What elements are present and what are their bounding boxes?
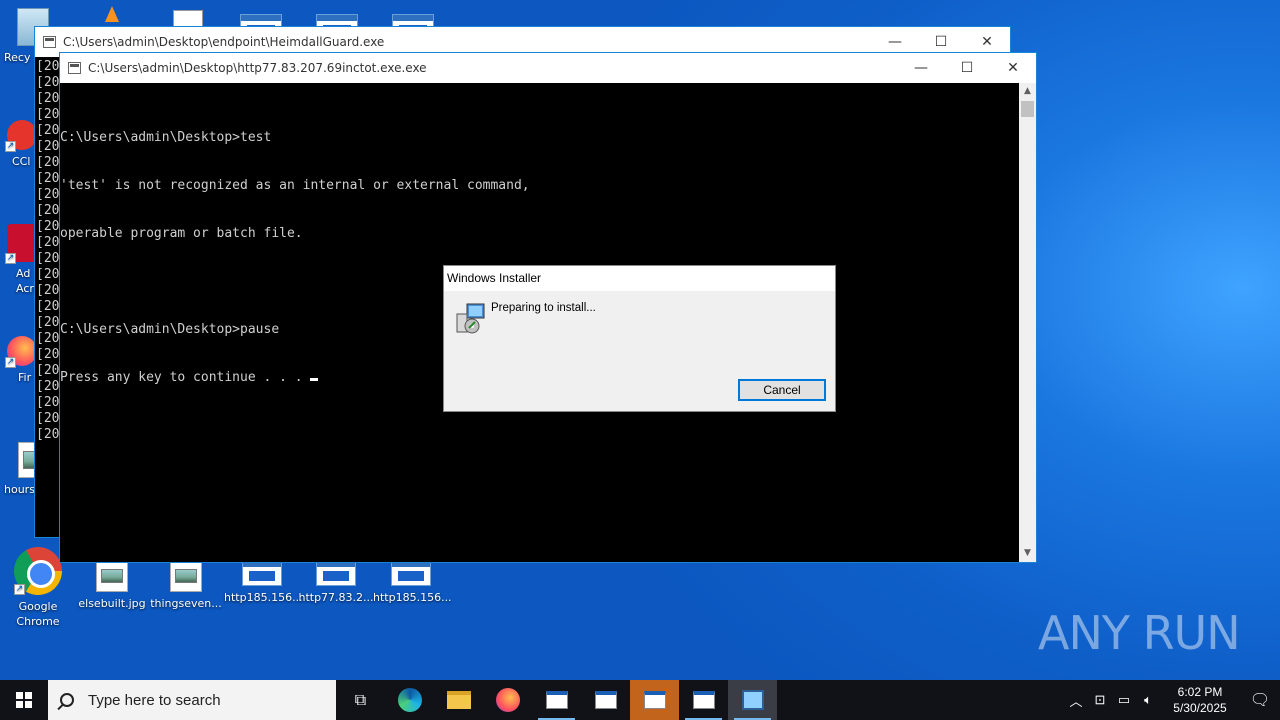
desktop-icon-http185-1[interactable]: http185.156... [224,560,303,605]
minimize-button[interactable]: — [898,53,944,83]
start-button[interactable] [0,680,48,720]
console-app-icon [594,691,617,709]
inctot-title: C:\Users\admin\Desktop\http77.83.207.69i… [88,61,427,75]
heimdallguard-title: C:\Users\admin\Desktop\endpoint\Heimdall… [63,35,385,49]
installer-icon [741,690,764,710]
network-icon[interactable]: ▭ [1112,692,1136,708]
scroll-thumb[interactable] [1021,101,1034,117]
windows-installer-dialog[interactable]: Windows Installer Preparing to install..… [443,265,836,412]
edge-icon [397,688,422,712]
firefox-icon [495,688,520,712]
cancel-button[interactable]: Cancel [738,379,826,401]
image-file-icon [170,560,202,592]
ccleaner-icon: ↗ [5,120,37,152]
vertical-scrollbar[interactable]: ▲ ▼ [1019,83,1036,562]
taskbar-clock[interactable]: 6:02 PM 5/30/2025 [1160,684,1240,716]
text-cursor [310,378,319,381]
taskbar-edge[interactable] [385,680,434,720]
windows-logo-icon [16,692,32,708]
taskbar: Type here to search ⧉ ︿ ⊡ ▭ 🔈︎ 6:02 PM 5… [0,680,1280,720]
inctot-titlebar[interactable]: C:\Users\admin\Desktop\http77.83.207.69i… [60,53,1036,83]
scroll-down-icon[interactable]: ▼ [1019,545,1036,562]
volume-icon[interactable]: 🔈︎ [1136,692,1160,708]
notifications-icon[interactable]: 🗨︎ [1240,690,1280,710]
task-view-icon: ⧉ [354,690,367,709]
taskbar-console-1[interactable] [532,680,581,720]
console-line: 'test' is not recognized as an internal … [60,178,530,193]
console-app-icon [643,691,666,709]
app-file-icon [391,560,431,586]
chrome-icon: ↗ [14,547,62,595]
anyrun-watermark: ANY RUN [1038,606,1241,660]
taskbar-installer[interactable] [728,680,777,720]
taskbar-console-2[interactable] [581,680,630,720]
folder-icon [446,691,471,709]
taskbar-firefox[interactable] [483,680,532,720]
console-line: C:\Users\admin\Desktop>test [60,130,272,145]
maximize-button[interactable]: ☐ [944,53,990,83]
taskbar-search-box[interactable]: Type here to search [48,680,336,720]
console-app-icon [692,691,715,709]
system-tray: ︿ ⊡ ▭ 🔈︎ 6:02 PM 5/30/2025 🗨︎ [1064,680,1280,720]
clock-date: 5/30/2025 [1173,701,1227,715]
task-view-button[interactable]: ⧉ [336,680,385,720]
desktop-icon-thingseven[interactable]: thingseven... [148,560,224,611]
search-icon [60,693,74,707]
chevron-up-icon[interactable]: ︿ [1064,691,1088,710]
taskbar-file-explorer[interactable] [434,680,483,720]
dialog-message: Preparing to install... [491,302,596,314]
shortcut-arrow-icon: ↗ [14,584,25,595]
shortcut-arrow-icon: ↗ [5,357,16,368]
search-placeholder: Type here to search [88,691,221,709]
taskbar-console-4[interactable] [679,680,728,720]
taskbar-console-3[interactable] [630,680,679,720]
app-file-icon [242,560,282,586]
acrobat-icon: ↗ [5,224,37,264]
console-app-icon [545,691,568,709]
desktop-icon-http185-2[interactable]: http185.156... [373,560,452,605]
desktop-icon-http77[interactable]: http77.83.2... [298,560,374,605]
desktop-icon-elsebuilt[interactable]: elsebuilt.jpg [74,560,150,611]
device-icon[interactable]: ⊡ [1088,692,1112,708]
installer-icon [455,302,487,334]
desktop-icon-top-vlc[interactable] [92,6,132,22]
shortcut-arrow-icon: ↗ [5,141,16,152]
app-file-icon [316,560,356,586]
scroll-up-icon[interactable]: ▲ [1019,83,1036,100]
vlc-icon [105,6,119,22]
image-file-icon [96,560,128,592]
shortcut-arrow-icon: ↗ [5,253,16,264]
console-line: operable program or batch file. [60,226,303,241]
console-window-icon [68,62,81,74]
firefox-icon: ↗ [5,336,37,368]
dialog-title: Windows Installer [444,266,835,291]
console-window-icon [43,36,56,48]
close-button[interactable]: ✕ [990,53,1036,83]
clock-time: 6:02 PM [1177,685,1223,699]
